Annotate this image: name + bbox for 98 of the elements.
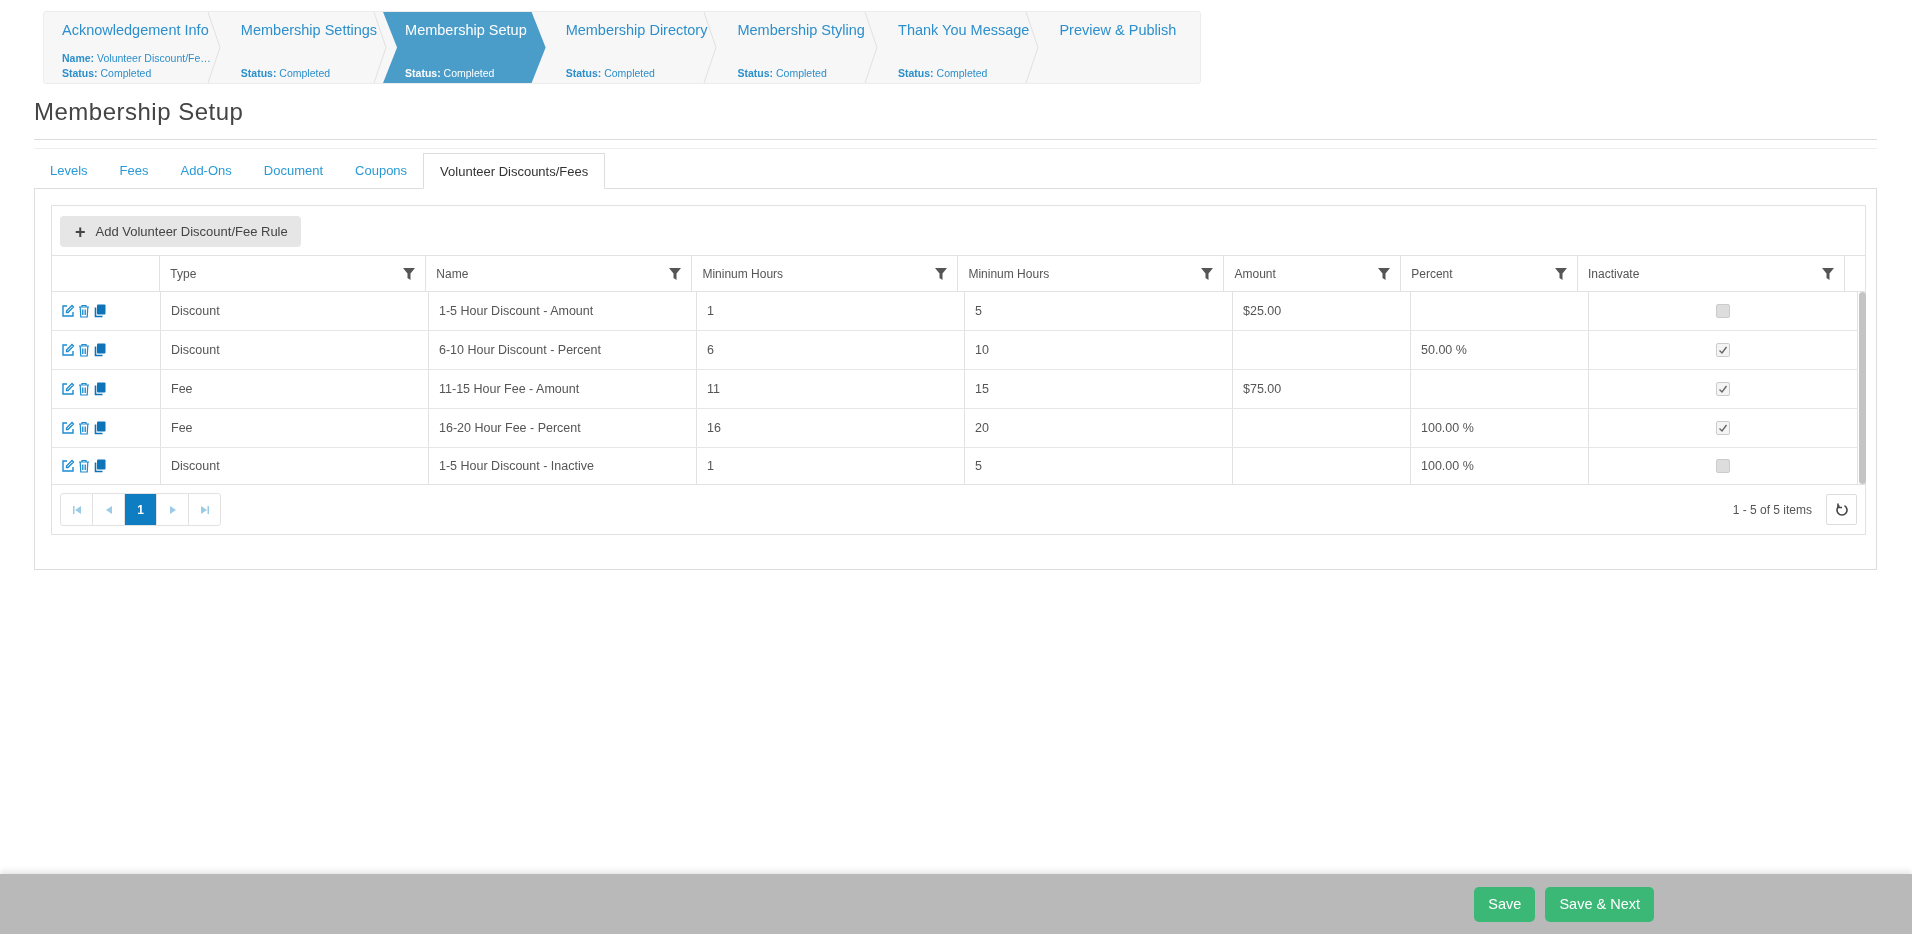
first-page-icon [72, 505, 81, 514]
status-value: Completed [604, 67, 655, 79]
table-cell: 16-20 Hour Fee - Percent [439, 421, 581, 435]
edit-icon[interactable] [61, 304, 75, 318]
trash-icon[interactable] [78, 382, 90, 396]
filter-icon[interactable] [669, 267, 682, 280]
name-value: Volunteer Discount/Fe… [97, 52, 211, 64]
table-cell: 100.00 % [1421, 421, 1474, 435]
previous-icon [105, 505, 112, 514]
tab[interactable]: Document [247, 153, 340, 188]
table-cell: 10 [975, 343, 989, 357]
table-cell: 100.00 % [1421, 459, 1474, 473]
name-label: Name: [62, 52, 95, 64]
table-cell: 15 [975, 382, 989, 396]
filter-icon[interactable] [1822, 267, 1834, 280]
copy-icon[interactable] [93, 304, 106, 318]
table-cell: 16 [707, 421, 721, 435]
wizard-step[interactable]: Membership Styling Status: Completed [717, 12, 879, 83]
column-header[interactable]: Amount [1224, 256, 1402, 291]
copy-icon[interactable] [93, 343, 106, 357]
trash-icon[interactable] [78, 343, 90, 357]
filter-icon[interactable] [1378, 267, 1391, 280]
table-cell: Discount [171, 343, 220, 357]
copy-icon[interactable] [93, 421, 106, 435]
column-header[interactable]: Mininum Hours [958, 256, 1225, 291]
status-value: Completed [100, 67, 152, 79]
tab[interactable]: Fees [103, 153, 165, 188]
edit-icon[interactable] [61, 382, 75, 396]
table-cell: 6-10 Hour Discount - Percent [439, 343, 601, 357]
table-cell: 50.00 % [1421, 343, 1467, 357]
table-cell: Discount [171, 459, 220, 473]
save-button[interactable]: Save [1474, 886, 1536, 922]
status-label: Status: [737, 67, 774, 79]
copy-icon[interactable] [93, 459, 106, 473]
table-cell: 1-5 Hour Discount - Amount [439, 304, 594, 318]
filter-icon[interactable] [1555, 267, 1567, 280]
table-cell: 11 [707, 382, 720, 396]
wizard-step[interactable]: Acknowledgement Info Name: Volunteer Discount/Fe… Status: Completed [44, 12, 221, 83]
trash-icon[interactable] [78, 421, 90, 435]
filter-icon[interactable] [403, 267, 416, 280]
table-cell: 20 [975, 421, 989, 435]
tab[interactable]: Levels [34, 153, 104, 188]
column-header[interactable]: Percent [1401, 256, 1578, 291]
filter-icon[interactable] [1201, 267, 1214, 280]
wizard-step[interactable]: Preview & Publish [1039, 12, 1200, 83]
trash-icon[interactable] [78, 459, 90, 473]
page-button[interactable]: 1 [125, 494, 157, 525]
edit-icon[interactable] [61, 459, 75, 473]
status-label: Status: [565, 67, 602, 79]
table-cell: 1 [707, 459, 714, 473]
status-label: Status: [62, 67, 98, 79]
table-cell: Discount [171, 304, 220, 318]
inactivate-checkbox[interactable] [1716, 343, 1730, 357]
page-title: Membership Setup [34, 98, 245, 126]
status-value: Completed [775, 67, 827, 79]
tab[interactable]: Coupons [339, 153, 424, 188]
status-label: Status: [240, 67, 277, 79]
last-page-icon [200, 505, 209, 514]
next-icon [169, 505, 176, 514]
inactivate-checkbox[interactable] [1716, 304, 1730, 318]
edit-icon[interactable] [61, 421, 75, 435]
table-cell: 6 [707, 343, 714, 357]
status-value: Completed [279, 67, 331, 79]
table-cell: Fee [171, 382, 193, 396]
wizard-step[interactable]: Thank You Message Status: Completed [878, 12, 1040, 83]
scrollbar[interactable] [1858, 292, 1866, 484]
tab[interactable]: Volunteer Discounts/Fees [423, 153, 606, 189]
refresh-icon [1834, 502, 1849, 517]
status-label: Status: [405, 67, 441, 79]
column-header[interactable]: Mininum Hours [692, 256, 959, 291]
trash-icon[interactable] [78, 304, 90, 318]
table-cell: $75.00 [1243, 382, 1282, 396]
pager-summary: 1 - 5 of 5 items [1732, 502, 1812, 517]
edit-icon[interactable] [61, 343, 75, 357]
add-rule-button[interactable]: + Add Volunteer Discount/Fee Rule [60, 216, 301, 247]
table-cell: 11-15 Hour Fee - Amount [439, 382, 580, 396]
inactivate-checkbox[interactable] [1716, 421, 1730, 435]
status-value: Completed [936, 67, 988, 79]
column-header[interactable]: Name [426, 256, 693, 291]
inactivate-checkbox[interactable] [1716, 382, 1730, 396]
status-label: Status: [898, 67, 934, 79]
table-cell: 5 [975, 304, 982, 318]
table-cell: 1 [707, 304, 714, 318]
table-cell: 1-5 Hour Discount - Inactive [439, 459, 594, 473]
copy-icon[interactable] [93, 382, 106, 396]
wizard-step[interactable]: Membership Directory Status: Completed [545, 12, 718, 83]
column-header[interactable]: Type [160, 256, 427, 291]
save-button[interactable]: Save & Next [1545, 886, 1654, 922]
refresh-button[interactable] [1826, 494, 1857, 525]
status-value: Completed [443, 67, 495, 79]
wizard-step[interactable]: Membership Setup Status: Completed [383, 12, 546, 83]
inactivate-checkbox[interactable] [1716, 459, 1730, 473]
table-cell: 5 [975, 459, 982, 473]
table-cell: $25.00 [1243, 304, 1282, 318]
filter-icon[interactable] [935, 267, 948, 280]
table-cell: Fee [171, 421, 193, 435]
tab[interactable]: Add-Ons [164, 153, 248, 188]
column-header[interactable]: Inactivate [1578, 256, 1845, 291]
